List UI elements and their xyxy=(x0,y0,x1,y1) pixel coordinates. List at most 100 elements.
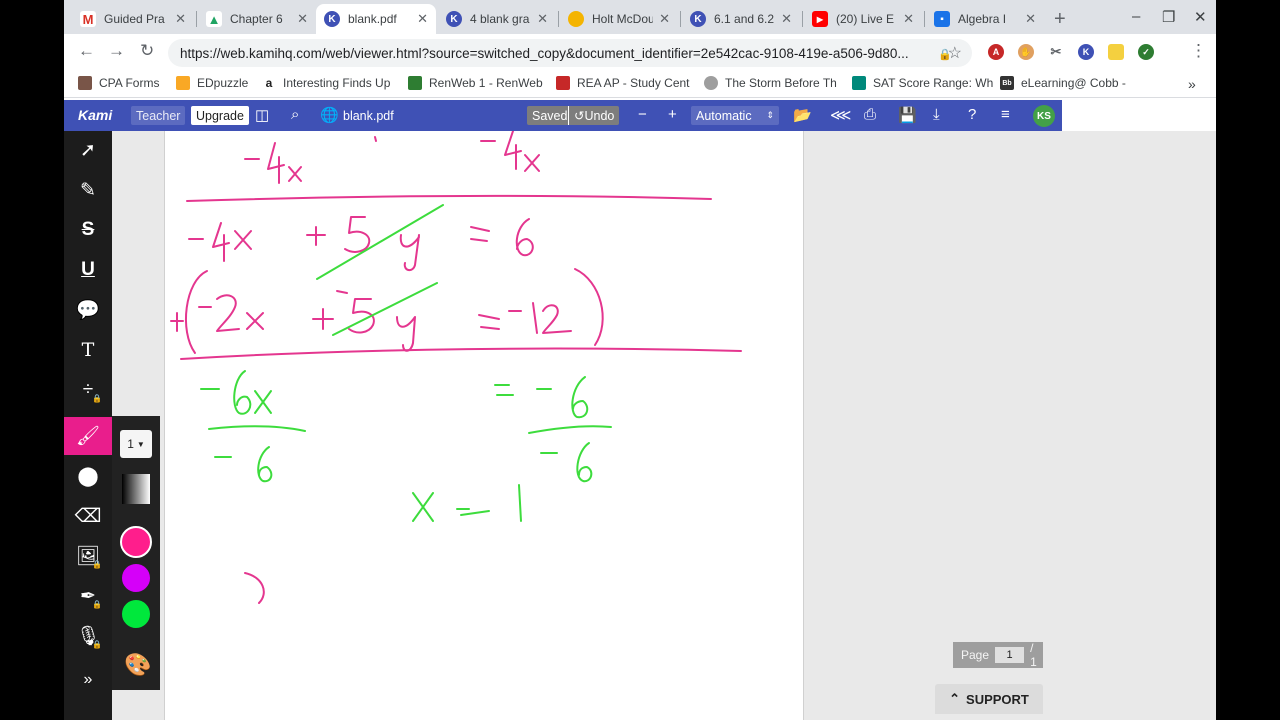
tab-chapter-6[interactable]: ▲ Chapter 6 ✕ xyxy=(198,4,316,34)
close-icon[interactable]: ✕ xyxy=(417,11,428,27)
tab-holt-mcdougal[interactable]: Holt McDou ✕ xyxy=(560,4,678,34)
print-icon[interactable]: ⎙ xyxy=(864,106,876,123)
expand-icon[interactable]: » xyxy=(64,661,112,699)
kami-extension-icon[interactable]: K xyxy=(1078,44,1094,60)
tab-4-blank-graphs[interactable]: K 4 blank gra ✕ xyxy=(438,4,556,34)
select-tool-icon[interactable]: ➚ xyxy=(64,131,112,169)
opacity-slider[interactable] xyxy=(122,474,150,504)
eraser-tool-icon[interactable]: ⌫ xyxy=(64,497,112,535)
bookmark-label: EDpuzzle xyxy=(197,76,249,90)
drive-icon: ▲ xyxy=(206,11,222,27)
close-icon[interactable]: ✕ xyxy=(537,11,548,27)
undo-button[interactable]: ↺ Undo xyxy=(568,106,620,125)
zoom-in-icon[interactable]: + xyxy=(668,106,677,123)
image-tool-icon[interactable]: 🖼 🔒 xyxy=(64,537,112,575)
more-menu-icon[interactable]: ⋮ xyxy=(1190,41,1207,61)
bookmark-renweb[interactable]: RenWeb 1 - RenWeb xyxy=(408,76,543,90)
bookmark-sat[interactable]: SAT Score Range: Wh xyxy=(852,76,993,90)
forward-icon[interactable]: → xyxy=(108,41,125,61)
tab-strip: M Guided Pra ✕ ▲ Chapter 6 ✕ K blank.pdf… xyxy=(64,0,1216,34)
tab-live-event[interactable]: ▶ (20) Live E ✕ xyxy=(804,4,922,34)
highlight-tool-icon[interactable]: ✎ xyxy=(64,171,112,209)
close-icon[interactable]: ✕ xyxy=(175,11,186,27)
blackboard-icon: Bb xyxy=(1000,76,1014,90)
strikethrough-tool-icon[interactable]: S xyxy=(64,211,112,249)
page-number-input[interactable]: 1 xyxy=(995,647,1025,663)
bookmark-elearning[interactable]: Bb eLearning@ Cobb - xyxy=(1000,76,1126,90)
lock-icon: 🔒 xyxy=(92,394,102,403)
gmail-icon: M xyxy=(80,11,96,27)
underline-tool-icon[interactable]: U xyxy=(64,251,112,289)
edpuzzle-icon xyxy=(176,76,190,90)
share-icon[interactable]: ⋘ xyxy=(830,106,851,124)
tab-title: Holt McDou xyxy=(592,12,654,26)
minimize-icon[interactable]: – xyxy=(1132,8,1140,25)
extension-icon[interactable]: ✋ xyxy=(1018,44,1034,60)
open-folder-icon[interactable]: 📂 xyxy=(793,106,812,124)
tab-blank-pdf[interactable]: K blank.pdf ✕ xyxy=(316,4,436,34)
text-tool-icon[interactable]: T xyxy=(64,331,112,369)
equation-tool-icon[interactable]: ÷ 🔒 xyxy=(64,371,112,409)
reload-icon[interactable]: ↻ xyxy=(140,41,154,61)
close-icon[interactable]: ✕ xyxy=(297,11,308,27)
color-swatch-green[interactable] xyxy=(120,598,152,630)
support-button[interactable]: ⌃ SUPPORT xyxy=(935,684,1043,714)
pdf-page[interactable] xyxy=(164,130,804,720)
folder-icon xyxy=(78,76,92,90)
close-icon[interactable]: ✕ xyxy=(1025,11,1036,27)
palette-icon[interactable]: 🎨 xyxy=(124,652,151,678)
search-icon[interactable]: ⌕ xyxy=(291,106,299,123)
thickness-value: 1 xyxy=(127,437,134,451)
teacher-badge[interactable]: Teacher xyxy=(131,106,186,125)
back-icon[interactable]: ← xyxy=(78,41,95,61)
menu-icon[interactable]: ≡ xyxy=(1001,106,1010,123)
adblock-icon[interactable]: A xyxy=(988,44,1004,60)
bookmark-label: Interesting Finds Up xyxy=(283,76,391,90)
more-bookmarks-icon[interactable]: » xyxy=(1188,76,1196,92)
bookmark-edpuzzle[interactable]: EDpuzzle xyxy=(176,76,248,90)
restore-icon[interactable]: ❐ xyxy=(1162,8,1175,26)
tab-algebra-i[interactable]: ▪ Algebra I ✕ xyxy=(926,4,1044,34)
lock-icon: 🔒 xyxy=(92,600,102,609)
bookmark-star-icon[interactable]: ☆ xyxy=(948,43,962,63)
color-swatch-pink[interactable] xyxy=(120,526,152,558)
thickness-select[interactable]: 1 ▼ xyxy=(120,430,152,458)
kami-icon: K xyxy=(690,11,706,27)
chevron-up-icon: ⌃ xyxy=(949,691,961,706)
zoom-select[interactable]: Automatic ⇕ xyxy=(691,106,779,125)
new-tab-button[interactable]: + xyxy=(1054,8,1066,31)
close-icon[interactable]: ✕ xyxy=(781,11,792,27)
download-icon[interactable]: ⤓ xyxy=(933,106,940,123)
bookmark-label: The Storm Before Th xyxy=(725,76,837,90)
url-text: https://web.kamihq.com/web/viewer.html?s… xyxy=(180,45,909,61)
draw-tool-icon[interactable]: 🖌 xyxy=(64,417,112,455)
comment-tool-icon[interactable]: 💬 xyxy=(64,291,112,329)
note-icon[interactable] xyxy=(1108,44,1124,60)
bookmark-cpa-forms[interactable]: CPA Forms xyxy=(78,76,159,90)
sidebar-toggle-icon[interactable]: ◫ xyxy=(255,106,269,124)
zoom-out-icon[interactable]: − xyxy=(638,106,647,123)
bookmark-storm[interactable]: The Storm Before Th xyxy=(704,76,837,90)
avatar[interactable]: KS xyxy=(1033,105,1055,127)
save-icon[interactable]: 💾 xyxy=(898,106,917,124)
shield-icon[interactable]: ✓ xyxy=(1138,44,1154,60)
youtube-icon: ▶ xyxy=(812,11,828,27)
magenta-ink xyxy=(170,130,742,360)
voice-tool-icon[interactable]: 🎙 🔒 xyxy=(64,617,112,655)
address-bar[interactable]: 🔒 https://web.kamihq.com/web/viewer.html… xyxy=(168,39,972,67)
upgrade-button[interactable]: Upgrade xyxy=(191,106,249,125)
bookmark-rea-ap[interactable]: REA AP - Study Cent xyxy=(556,76,690,90)
page-indicator: Page 1 / 1 xyxy=(953,641,1043,669)
help-icon[interactable]: ? xyxy=(968,106,976,123)
tab-guided-practice[interactable]: M Guided Pra ✕ xyxy=(72,4,194,34)
color-swatch-purple[interactable] xyxy=(120,562,152,594)
close-icon[interactable]: ✕ xyxy=(659,11,670,27)
close-window-icon[interactable]: ✕ xyxy=(1194,8,1207,26)
signature-tool-icon[interactable]: ✒ 🔒 xyxy=(64,577,112,615)
scissors-icon[interactable]: ✂ xyxy=(1048,44,1064,60)
bookmark-amazon[interactable]: a Interesting Finds Up xyxy=(262,76,390,90)
shape-tool-icon[interactable]: ⬤ xyxy=(64,457,112,495)
renweb-icon xyxy=(408,76,422,90)
close-icon[interactable]: ✕ xyxy=(903,11,914,27)
tab-6-1-and-6-2[interactable]: K 6.1 and 6.2 ✕ xyxy=(682,4,800,34)
